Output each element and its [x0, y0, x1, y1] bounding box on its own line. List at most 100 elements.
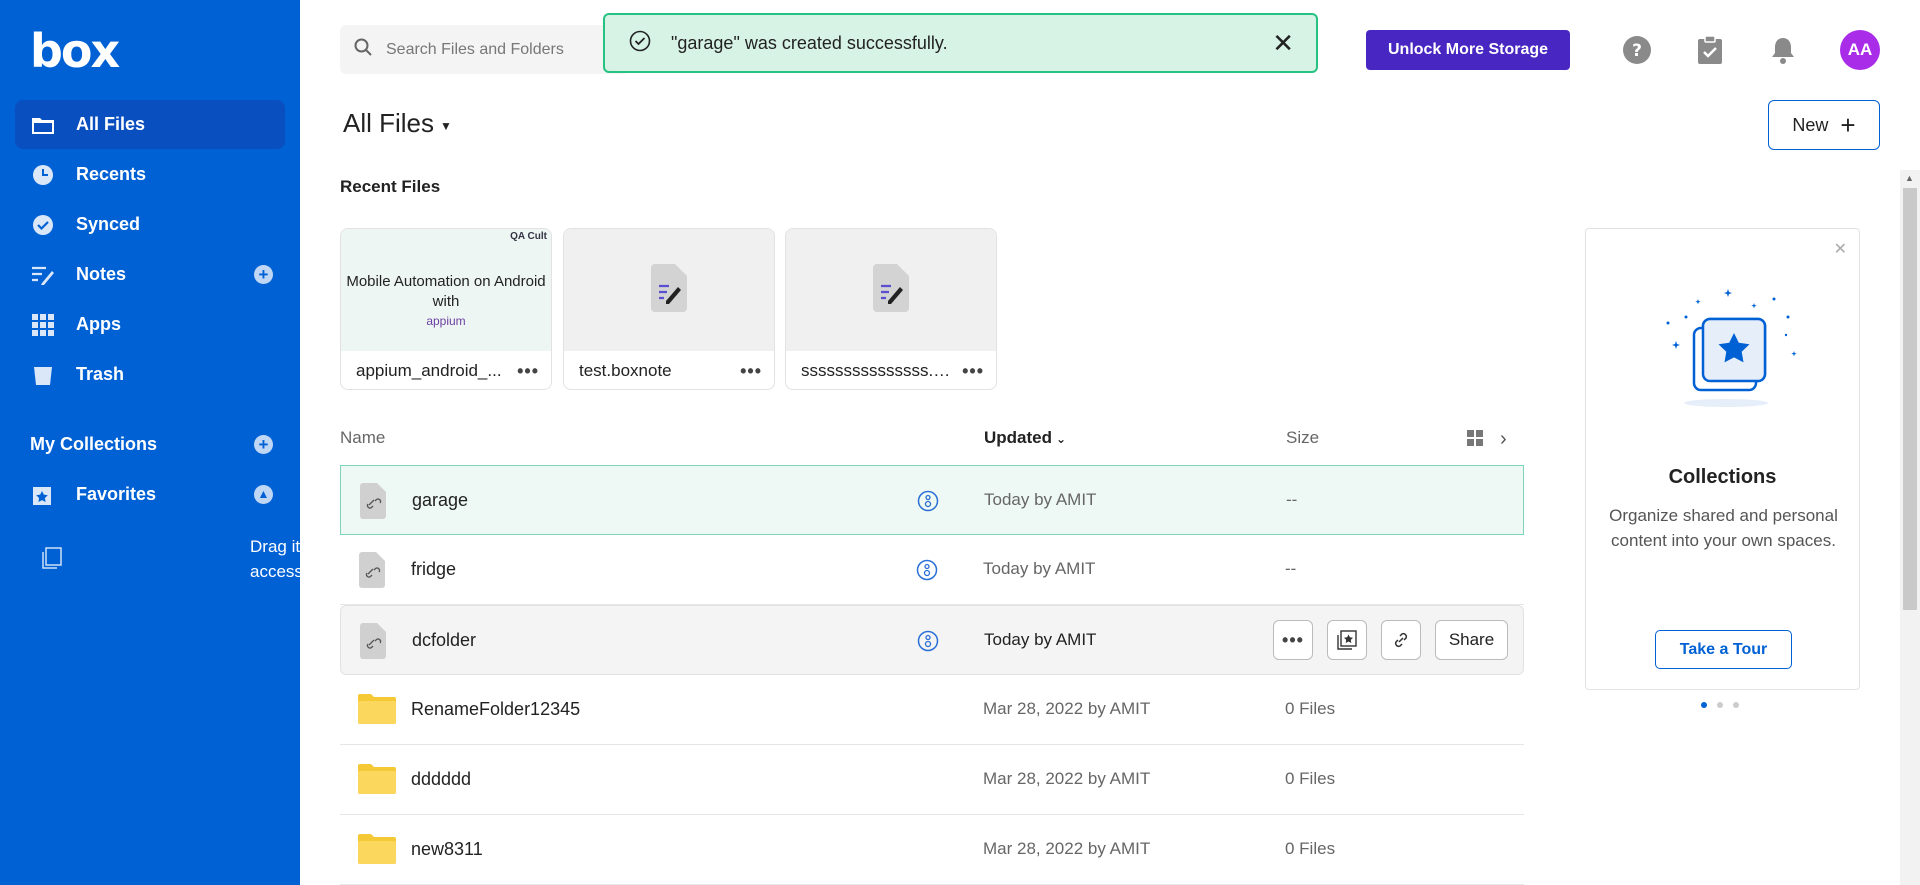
carousel-pager: [1701, 702, 1739, 708]
search-icon: [354, 38, 372, 61]
collaborators-icon[interactable]: [917, 630, 939, 657]
column-header-size[interactable]: Size: [1286, 428, 1319, 448]
check-circle-icon: [30, 212, 56, 238]
tasks-clipboard-icon[interactable]: [1690, 30, 1730, 70]
table-row[interactable]: fridge Today by AMIT --: [340, 535, 1524, 605]
collection-star-icon: [1337, 630, 1357, 650]
row-name[interactable]: dddddd: [411, 769, 471, 790]
help-icon[interactable]: ?: [1617, 30, 1657, 70]
more-options-icon[interactable]: •••: [740, 361, 762, 382]
star-collection-icon: [30, 482, 56, 508]
grid-view-icon[interactable]: [1467, 430, 1483, 451]
share-button[interactable]: Share: [1435, 620, 1508, 660]
sidebar-my-collections[interactable]: My Collections +: [15, 420, 285, 469]
recent-file-name: test.boxnote: [579, 361, 672, 380]
chevron-up-icon[interactable]: ▲: [254, 485, 273, 504]
table-row[interactable]: new8311 Mar 28, 2022 by AMIT 0 Files: [340, 815, 1524, 885]
row-updated: Today by AMIT: [984, 630, 1097, 649]
sidebar-favorites[interactable]: Favorites ▲: [15, 470, 285, 519]
sidebar-item-label: All Files: [76, 114, 146, 134]
recent-file-card[interactable]: QA Cult Mobile Automation on Android wit…: [340, 228, 552, 390]
row-name[interactable]: RenameFolder12345: [411, 699, 580, 720]
sidebar: box All Files Recents Synced Notes + App…: [0, 0, 440, 885]
pager-dot[interactable]: [1717, 702, 1723, 708]
clock-icon: [30, 162, 56, 188]
bell-icon[interactable]: [1763, 30, 1803, 70]
folder-icon: [358, 762, 396, 799]
sort-down-icon: ⌄: [1056, 432, 1067, 446]
chevron-right-icon[interactable]: ›: [1500, 428, 1507, 451]
plus-icon: +: [1840, 110, 1856, 140]
add-collection-icon[interactable]: +: [254, 435, 273, 454]
file-thumbnail: QA Cult Mobile Automation on Android wit…: [341, 229, 551, 351]
sidebar-item-label: Apps: [76, 314, 121, 334]
success-toast: "garage" was created successfully. ✕: [603, 13, 1318, 73]
avatar[interactable]: AA: [1840, 30, 1880, 70]
table-row[interactable]: RenameFolder12345 Mar 28, 2022 by AMIT 0…: [340, 675, 1524, 745]
row-name[interactable]: new8311: [411, 839, 483, 860]
page-title[interactable]: All Files ▼: [343, 108, 452, 139]
caret-down-icon: ▼: [440, 118, 452, 133]
row-size: 0 Files: [1285, 839, 1336, 858]
row-size: --: [1285, 559, 1297, 578]
recent-file-card[interactable]: sssssssssssssss.b... •••: [785, 228, 997, 390]
copy-link-button[interactable]: [1381, 620, 1421, 660]
sidebar-item-label: Trash: [76, 364, 125, 384]
add-note-icon[interactable]: +: [254, 265, 273, 284]
column-header-updated[interactable]: Updated ⌄: [984, 428, 1066, 448]
add-to-collection-button[interactable]: [1327, 620, 1367, 660]
sidebar-item-apps[interactable]: Apps: [15, 300, 285, 349]
sidebar-item-notes[interactable]: Notes +: [15, 250, 285, 299]
more-options-button[interactable]: •••: [1273, 620, 1313, 660]
recent-file-card[interactable]: test.boxnote •••: [563, 228, 775, 390]
recent-file-name: sssssssssssssss.b...: [801, 361, 951, 380]
pager-dot[interactable]: [1701, 702, 1707, 708]
svg-text:?: ?: [1632, 41, 1642, 61]
folder-icon: [30, 112, 56, 138]
sidebar-item-all-files[interactable]: All Files: [15, 100, 285, 149]
pager-dot[interactable]: [1733, 702, 1739, 708]
row-name[interactable]: garage: [412, 490, 468, 511]
take-a-tour-button[interactable]: Take a Tour: [1655, 630, 1792, 669]
collections-promo: ✕ Collections Organize shared and person…: [1585, 228, 1860, 690]
row-size: 0 Files: [1285, 769, 1336, 788]
sidebar-item-label: Favorites: [76, 484, 157, 504]
more-options-icon: •••: [1282, 629, 1304, 650]
row-name[interactable]: fridge: [411, 559, 456, 580]
collaborators-icon[interactable]: [917, 490, 939, 517]
close-icon[interactable]: ✕: [1272, 30, 1294, 56]
scrollbar-thumb[interactable]: [1903, 188, 1917, 610]
sidebar-item-label: My Collections: [30, 434, 158, 454]
file-thumbnail: [786, 229, 996, 351]
promo-description: Organize shared and personal content int…: [1609, 506, 1838, 550]
close-icon[interactable]: ✕: [1834, 239, 1847, 259]
table-row[interactable]: dcfolder Today by AMIT ••• Share: [340, 605, 1524, 675]
scrollbar[interactable]: ▲: [1900, 170, 1920, 885]
column-header-name[interactable]: Name: [340, 428, 385, 448]
table-row[interactable]: garage Today by AMIT --: [340, 465, 1524, 535]
box-logo[interactable]: box: [30, 28, 120, 74]
sidebar-item-label: Synced: [76, 214, 141, 234]
row-size: --: [1286, 490, 1298, 509]
row-actions: ••• Share: [1273, 620, 1508, 660]
boxnote-icon: [649, 263, 689, 317]
file-thumbnail: [564, 229, 774, 351]
sidebar-item-trash[interactable]: Trash: [15, 350, 285, 399]
collaborators-icon[interactable]: [916, 559, 938, 586]
notes-icon: [30, 262, 56, 288]
table-row[interactable]: dddddd Mar 28, 2022 by AMIT 0 Files: [340, 745, 1524, 815]
more-options-icon[interactable]: •••: [517, 361, 539, 382]
check-circle-icon: [629, 30, 651, 57]
unlock-storage-button[interactable]: Unlock More Storage: [1366, 30, 1570, 70]
more-options-icon[interactable]: •••: [962, 361, 984, 382]
scroll-up-icon[interactable]: ▲: [1905, 173, 1914, 183]
sidebar-item-recents[interactable]: Recents: [15, 150, 285, 199]
apps-grid-icon: [30, 312, 56, 338]
link-icon: [1394, 632, 1408, 648]
search-input[interactable]: Search Files and Folders: [340, 25, 630, 74]
row-updated: Mar 28, 2022 by AMIT: [983, 839, 1151, 858]
bookmark-file-icon: [358, 552, 386, 593]
row-name[interactable]: dcfolder: [412, 630, 476, 651]
new-button[interactable]: New +: [1768, 100, 1880, 150]
sidebar-item-synced[interactable]: Synced: [15, 200, 285, 249]
